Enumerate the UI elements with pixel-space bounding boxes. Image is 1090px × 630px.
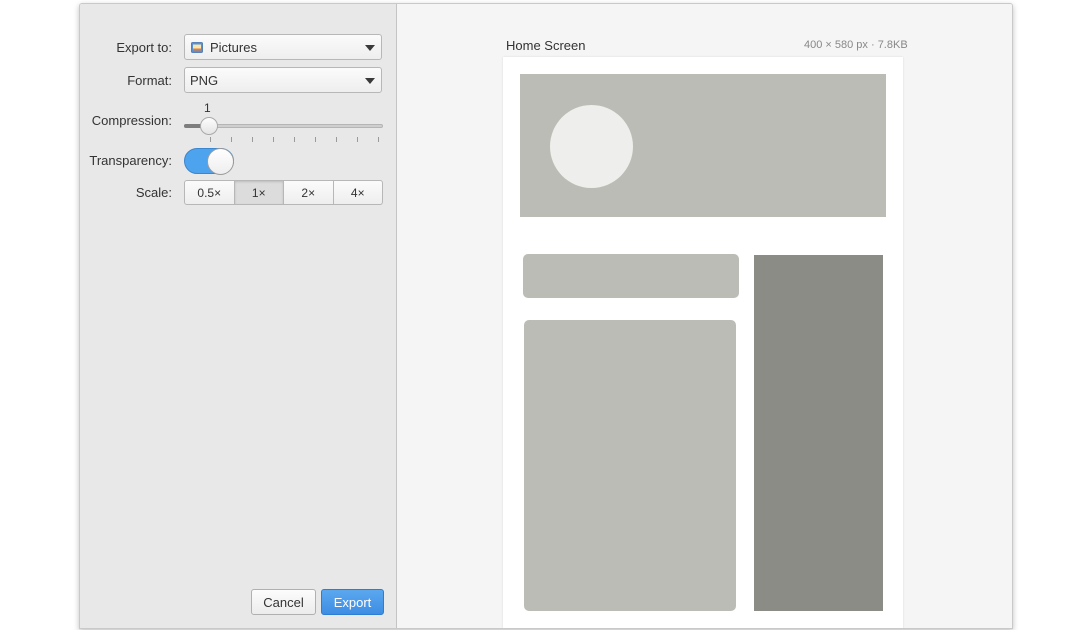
scale-option-2x[interactable]: 2×: [284, 181, 334, 204]
export-to-dropdown[interactable]: Pictures: [184, 34, 382, 60]
chevron-down-icon: [365, 45, 375, 51]
chevron-down-icon: [365, 78, 375, 84]
slider-tick: [252, 137, 253, 142]
cancel-button[interactable]: Cancel: [251, 589, 316, 615]
bar-placeholder: [523, 254, 739, 298]
slider-tick: [294, 137, 295, 142]
preview-pane: Home Screen 400 × 580 px · 7.8KB: [397, 4, 1012, 628]
format-value: PNG: [190, 73, 219, 88]
slider-tick: [378, 137, 379, 142]
compression-label: Compression:: [91, 113, 172, 128]
export-button[interactable]: Export: [321, 589, 384, 615]
scale-option-0-5x[interactable]: 0.5×: [185, 181, 235, 204]
preview-canvas: [503, 57, 903, 628]
scale-segmented-control: 0.5× 1× 2× 4×: [184, 180, 383, 205]
slider-tick: [357, 137, 358, 142]
export-dialog: Export to: Pictures Format: PNG Compress…: [79, 3, 1013, 629]
slider-tick: [336, 137, 337, 142]
compression-slider-handle[interactable]: [200, 117, 218, 135]
transparency-toggle-knob[interactable]: [207, 148, 234, 175]
slider-tick: [315, 137, 316, 142]
export-to-value: Pictures: [210, 40, 257, 55]
transparency-label: Transparency:: [89, 153, 172, 168]
slider-tick: [210, 137, 211, 142]
side-placeholder: [754, 255, 883, 611]
slider-tick: [273, 137, 274, 142]
format-dropdown[interactable]: PNG: [184, 67, 382, 93]
format-label: Format:: [127, 73, 172, 88]
scale-label: Scale:: [135, 185, 172, 200]
scale-option-4x[interactable]: 4×: [334, 181, 383, 204]
export-to-label: Export to:: [116, 40, 172, 55]
compression-value: 1: [204, 101, 211, 115]
export-settings-sidebar: Export to: Pictures Format: PNG Compress…: [80, 4, 397, 628]
scale-option-1x[interactable]: 1×: [234, 181, 284, 204]
content-placeholder: [524, 320, 736, 611]
preview-title: Home Screen: [506, 38, 586, 53]
slider-tick: [231, 137, 232, 142]
preview-meta: 400 × 580 px · 7.8KB: [804, 39, 908, 51]
folder-pictures-icon: [191, 41, 203, 53]
avatar-placeholder: [550, 105, 633, 188]
